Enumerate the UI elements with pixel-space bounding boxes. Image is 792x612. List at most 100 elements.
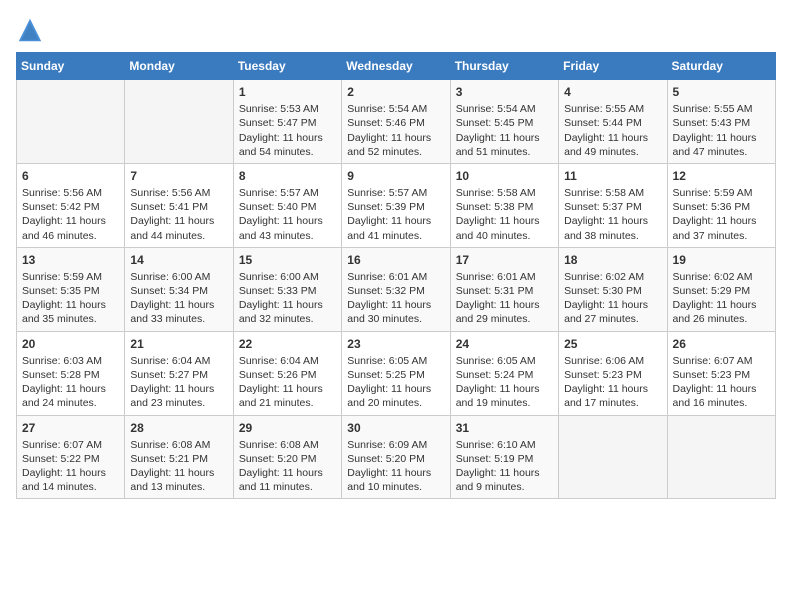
day-number: 3 bbox=[456, 84, 553, 100]
day-number: 30 bbox=[347, 420, 444, 436]
day-info: Sunrise: 6:04 AM bbox=[239, 354, 336, 368]
day-number: 19 bbox=[673, 252, 770, 268]
day-number: 1 bbox=[239, 84, 336, 100]
day-info: Sunset: 5:22 PM bbox=[22, 452, 119, 466]
day-number: 25 bbox=[564, 336, 661, 352]
day-number: 15 bbox=[239, 252, 336, 268]
calendar-cell: 17Sunrise: 6:01 AMSunset: 5:31 PMDayligh… bbox=[450, 247, 558, 331]
day-info: Sunrise: 5:54 AM bbox=[347, 102, 444, 116]
day-info: Sunrise: 6:07 AM bbox=[673, 354, 770, 368]
day-number: 26 bbox=[673, 336, 770, 352]
weekday-header-sunday: Sunday bbox=[17, 53, 125, 80]
day-info: Daylight: 11 hours and 41 minutes. bbox=[347, 214, 444, 242]
day-info: Sunset: 5:27 PM bbox=[130, 368, 227, 382]
day-info: Sunset: 5:23 PM bbox=[564, 368, 661, 382]
day-info: Sunrise: 5:56 AM bbox=[22, 186, 119, 200]
calendar-cell: 1Sunrise: 5:53 AMSunset: 5:47 PMDaylight… bbox=[233, 80, 341, 164]
day-info: Daylight: 11 hours and 24 minutes. bbox=[22, 382, 119, 410]
day-info: Sunset: 5:20 PM bbox=[347, 452, 444, 466]
day-number: 13 bbox=[22, 252, 119, 268]
day-info: Sunrise: 5:58 AM bbox=[456, 186, 553, 200]
day-number: 31 bbox=[456, 420, 553, 436]
day-info: Daylight: 11 hours and 19 minutes. bbox=[456, 382, 553, 410]
day-info: Sunrise: 5:59 AM bbox=[22, 270, 119, 284]
day-info: Daylight: 11 hours and 44 minutes. bbox=[130, 214, 227, 242]
day-number: 12 bbox=[673, 168, 770, 184]
day-info: Sunrise: 6:01 AM bbox=[347, 270, 444, 284]
calendar-cell: 27Sunrise: 6:07 AMSunset: 5:22 PMDayligh… bbox=[17, 415, 125, 499]
calendar-cell: 19Sunrise: 6:02 AMSunset: 5:29 PMDayligh… bbox=[667, 247, 775, 331]
day-info: Sunset: 5:40 PM bbox=[239, 200, 336, 214]
day-info: Daylight: 11 hours and 26 minutes. bbox=[673, 298, 770, 326]
day-info: Sunrise: 6:08 AM bbox=[130, 438, 227, 452]
day-info: Sunrise: 5:55 AM bbox=[673, 102, 770, 116]
weekday-header-row: SundayMondayTuesdayWednesdayThursdayFrid… bbox=[17, 53, 776, 80]
day-info: Daylight: 11 hours and 52 minutes. bbox=[347, 131, 444, 159]
calendar-cell: 31 Sunrise: 6:10 AMSunset: 5:19 PMDayligh… bbox=[450, 415, 558, 499]
day-info: Daylight: 11 hours and 20 minutes. bbox=[347, 382, 444, 410]
day-info: Sunrise: 5:58 AM bbox=[564, 186, 661, 200]
day-info: Daylight: 11 hours and 40 minutes. bbox=[456, 214, 553, 242]
calendar-cell: 13Sunrise: 5:59 AMSunset: 5:35 PMDayligh… bbox=[17, 247, 125, 331]
day-number: 18 bbox=[564, 252, 661, 268]
day-number: 9 bbox=[347, 168, 444, 184]
day-number: 23 bbox=[347, 336, 444, 352]
day-info: Daylight: 11 hours and 38 minutes. bbox=[564, 214, 661, 242]
calendar-cell: 29Sunrise: 6:08 AMSunset: 5:20 PMDayligh… bbox=[233, 415, 341, 499]
day-info: Sunset: 5:32 PM bbox=[347, 284, 444, 298]
day-info: Daylight: 11 hours and 37 minutes. bbox=[673, 214, 770, 242]
day-info: Sunrise: 5:53 AM bbox=[239, 102, 336, 116]
day-info: Daylight: 11 hours and 9 minutes. bbox=[456, 466, 553, 494]
calendar-cell: 4Sunrise: 5:55 AMSunset: 5:44 PMDaylight… bbox=[559, 80, 667, 164]
day-number: 29 bbox=[239, 420, 336, 436]
day-number: 24 bbox=[456, 336, 553, 352]
calendar-cell: 8Sunrise: 5:57 AMSunset: 5:40 PMDaylight… bbox=[233, 163, 341, 247]
day-info: Daylight: 11 hours and 13 minutes. bbox=[130, 466, 227, 494]
calendar-cell: 14Sunrise: 6:00 AMSunset: 5:34 PMDayligh… bbox=[125, 247, 233, 331]
calendar-cell: 5Sunrise: 5:55 AMSunset: 5:43 PMDaylight… bbox=[667, 80, 775, 164]
weekday-header-thursday: Thursday bbox=[450, 53, 558, 80]
day-info: Daylight: 11 hours and 21 minutes. bbox=[239, 382, 336, 410]
day-number: 14 bbox=[130, 252, 227, 268]
day-info: Sunrise: 6:10 AM bbox=[456, 438, 553, 452]
day-number: 7 bbox=[130, 168, 227, 184]
day-info: Sunrise: 6:07 AM bbox=[22, 438, 119, 452]
day-info: Sunset: 5:26 PM bbox=[239, 368, 336, 382]
weekday-header-saturday: Saturday bbox=[667, 53, 775, 80]
day-info: Sunset: 5:47 PM bbox=[239, 116, 336, 130]
weekday-header-tuesday: Tuesday bbox=[233, 53, 341, 80]
day-info: Daylight: 11 hours and 47 minutes. bbox=[673, 131, 770, 159]
calendar-cell bbox=[125, 80, 233, 164]
day-info: Sunset: 5:19 PM bbox=[456, 452, 553, 466]
calendar-cell: 30 Sunrise: 6:09 AMSunset: 5:20 PMDayligh… bbox=[342, 415, 450, 499]
day-info: Sunset: 5:30 PM bbox=[564, 284, 661, 298]
day-number: 4 bbox=[564, 84, 661, 100]
calendar-cell: 24Sunrise: 6:05 AMSunset: 5:24 PMDayligh… bbox=[450, 331, 558, 415]
calendar-cell: 20Sunrise: 6:03 AMSunset: 5:28 PMDayligh… bbox=[17, 331, 125, 415]
day-info: Sunrise: 6:04 AM bbox=[130, 354, 227, 368]
day-number: 6 bbox=[22, 168, 119, 184]
day-info: Sunrise: 6:09 AM bbox=[347, 438, 444, 452]
calendar-cell: 7Sunrise: 5:56 AMSunset: 5:41 PMDaylight… bbox=[125, 163, 233, 247]
calendar-table: SundayMondayTuesdayWednesdayThursdayFrid… bbox=[16, 52, 776, 499]
day-info: Daylight: 11 hours and 51 minutes. bbox=[456, 131, 553, 159]
calendar-cell: 22Sunrise: 6:04 AMSunset: 5:26 PMDayligh… bbox=[233, 331, 341, 415]
day-number: 2 bbox=[347, 84, 444, 100]
calendar-cell bbox=[559, 415, 667, 499]
day-info: Sunrise: 6:03 AM bbox=[22, 354, 119, 368]
weekday-header-wednesday: Wednesday bbox=[342, 53, 450, 80]
calendar-cell bbox=[17, 80, 125, 164]
week-row-1: 1 Sunrise: 5:53 AMSunset: 5:47 PM Daylight… bbox=[17, 80, 776, 164]
day-info: Sunrise: 6:00 AM bbox=[239, 270, 336, 284]
day-info: Sunrise: 6:08 AM bbox=[239, 438, 336, 452]
day-info: Sunset: 5:24 PM bbox=[456, 368, 553, 382]
day-info: Daylight: 11 hours and 10 minutes. bbox=[347, 466, 444, 494]
day-info: Sunset: 5:39 PM bbox=[347, 200, 444, 214]
day-number: 21 bbox=[130, 336, 227, 352]
day-info: Daylight: 11 hours and 17 minutes. bbox=[564, 382, 661, 410]
day-info: Daylight: 11 hours and 35 minutes. bbox=[22, 298, 119, 326]
day-info: Daylight: 11 hours and 33 minutes. bbox=[130, 298, 227, 326]
day-number: 28 bbox=[130, 420, 227, 436]
day-info: Sunset: 5:42 PM bbox=[22, 200, 119, 214]
week-row-3: 13Sunrise: 5:59 AMSunset: 5:35 PMDayligh… bbox=[17, 247, 776, 331]
